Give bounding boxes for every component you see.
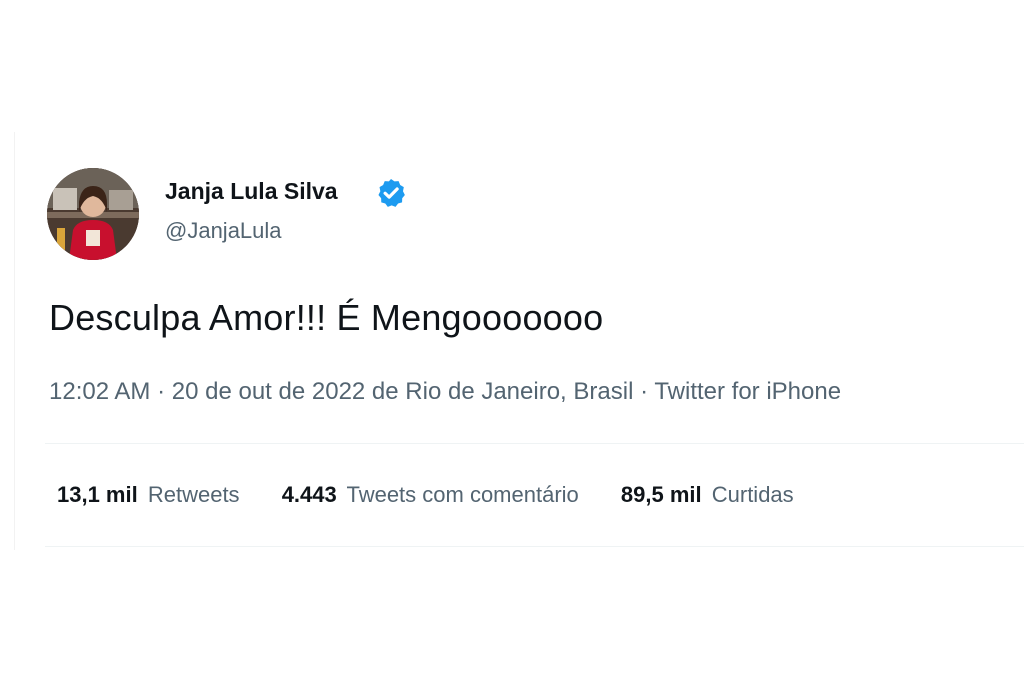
tweet-source[interactable]: Twitter for iPhone	[654, 378, 841, 405]
stat-quote-tweets-label: Tweets com comentário	[346, 482, 579, 507]
divider-bottom	[45, 546, 1024, 547]
tweet-stats: 13,1 mil Retweets 4.443 Tweets com comen…	[57, 482, 830, 508]
stat-retweets-count: 13,1 mil	[57, 482, 138, 507]
page: Janja Lula Silva @JanjaLula Desculpa Amo…	[0, 0, 1024, 682]
stat-likes-label: Curtidas	[711, 482, 794, 507]
tweet-text: Desculpa Amor!!! É Mengooooooo	[49, 297, 604, 338]
meta-separator-2: ·	[640, 378, 649, 405]
stat-quote-tweets[interactable]: 4.443 Tweets com comentário	[282, 482, 579, 508]
author-avatar[interactable]	[47, 168, 139, 260]
tweet-meta: 12:02 AM · 20 de out de 2022 de Rio de J…	[49, 378, 841, 406]
verified-badge-icon	[378, 179, 405, 207]
tweet-card: Janja Lula Silva @JanjaLula Desculpa Amo…	[14, 132, 1024, 550]
stat-likes[interactable]: 89,5 mil Curtidas	[621, 482, 794, 508]
avatar-image	[47, 168, 139, 260]
tweet-date-location[interactable]: 20 de out de 2022 de Rio de Janeiro, Bra…	[172, 378, 634, 405]
author-handle[interactable]: @JanjaLula	[165, 218, 282, 244]
stat-retweets-label: Retweets	[147, 482, 240, 507]
divider-top	[45, 443, 1024, 444]
stat-retweets[interactable]: 13,1 mil Retweets	[57, 482, 240, 508]
tweet-time[interactable]: 12:02 AM	[49, 378, 150, 405]
author-display-name[interactable]: Janja Lula Silva	[165, 178, 338, 205]
meta-separator-1: ·	[157, 378, 166, 405]
stat-likes-count: 89,5 mil	[620, 482, 702, 507]
stat-quote-tweets-count: 4.443	[281, 482, 337, 507]
